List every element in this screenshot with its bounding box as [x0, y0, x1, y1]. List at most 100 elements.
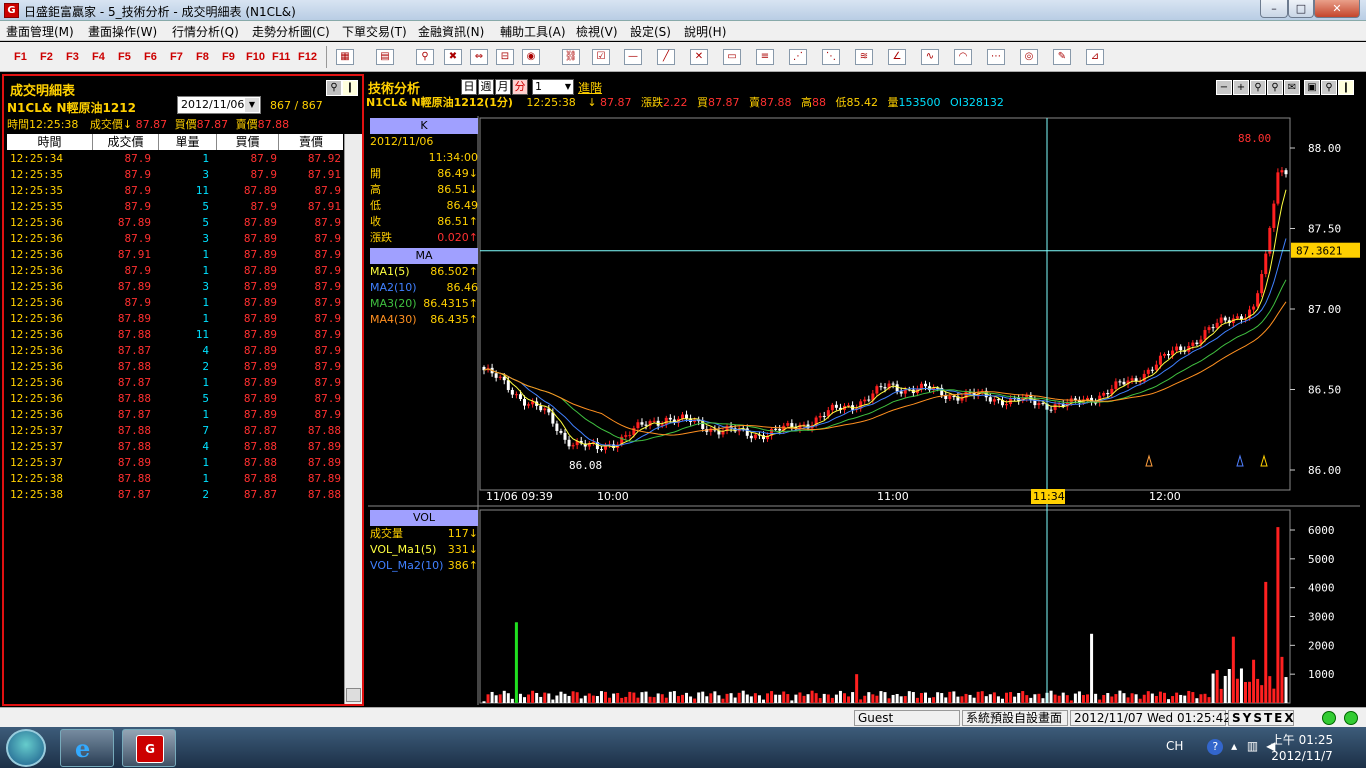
- note-icon[interactable]: ❙: [342, 80, 358, 96]
- menu-finance-info[interactable]: 金融資訊(N): [418, 23, 484, 40]
- zoom-icon[interactable]: ⚲: [326, 80, 342, 96]
- plus-icon[interactable]: +: [1233, 80, 1249, 95]
- zoom-out-icon[interactable]: ⚲: [1250, 80, 1266, 95]
- coin-icon[interactable]: ◉: [522, 49, 540, 65]
- fkey-f12[interactable]: F12: [298, 51, 317, 63]
- table-row[interactable]: 12:25:37 87.89 1 87.88 87.89: [7, 455, 343, 471]
- table-row[interactable]: 12:25:38 87.88 1 87.88 87.89: [7, 471, 343, 487]
- table-row[interactable]: 12:25:38 87.87 2 87.87 87.88: [7, 487, 343, 503]
- maximize-button[interactable]: □: [1288, 0, 1314, 18]
- scroll-thumb[interactable]: [346, 688, 361, 702]
- menu-trend-chart[interactable]: 走勢分析圖(C): [252, 23, 330, 40]
- menu-help[interactable]: 說明(H): [684, 23, 726, 40]
- period-day[interactable]: 日: [461, 79, 477, 95]
- note-icon[interactable]: ❙: [1338, 80, 1354, 95]
- col-ask[interactable]: 賣價: [279, 134, 343, 150]
- delete-icon[interactable]: ✖: [444, 49, 462, 65]
- menu-screen-manage[interactable]: 畫面管理(M): [6, 23, 74, 40]
- grid-icon[interactable]: ▦: [336, 49, 354, 65]
- rect-icon[interactable]: ▭: [723, 49, 741, 65]
- fkey-f5[interactable]: F5: [118, 51, 131, 63]
- menu-order-trade[interactable]: 下單交易(T): [342, 23, 407, 40]
- col-bid[interactable]: 買價: [217, 134, 279, 150]
- table-row[interactable]: 12:25:36 87.9 3 87.89 87.9: [7, 231, 343, 247]
- chain-icon[interactable]: ⛓: [562, 49, 580, 65]
- table-row[interactable]: 12:25:36 87.9 1 87.89 87.9: [7, 263, 343, 279]
- table-row[interactable]: 12:25:36 87.87 4 87.89 87.9: [7, 343, 343, 359]
- circle-icon[interactable]: ◎: [1020, 49, 1038, 65]
- search-icon[interactable]: ⚲: [1321, 80, 1337, 95]
- arc-icon[interactable]: ◠: [954, 49, 972, 65]
- zoom-in-icon[interactable]: ⚲: [1267, 80, 1283, 95]
- candlestick-chart[interactable]: 88.00 87.50 87.00 86.50 86.00 87.3621 11/06 09…: [368, 116, 1360, 705]
- fkey-f9[interactable]: F9: [222, 51, 235, 63]
- start-button[interactable]: [6, 729, 46, 767]
- table-row[interactable]: 12:25:36 87.88 5 87.89 87.9: [7, 391, 343, 407]
- chart-tool-icon[interactable]: ⊿: [1086, 49, 1104, 65]
- clock[interactable]: 上午 01:25 2012/11/7: [1268, 732, 1336, 764]
- tray-expand-icon[interactable]: ▴: [1231, 739, 1237, 753]
- menu-settings[interactable]: 設定(S): [630, 23, 671, 40]
- network-icon[interactable]: ▥: [1247, 739, 1258, 753]
- fkey-f4[interactable]: F4: [92, 51, 105, 63]
- language-indicator[interactable]: CH: [1166, 739, 1183, 753]
- status-layout[interactable]: 系統預設自設畫面: [962, 710, 1068, 726]
- gann-icon[interactable]: ⋱: [822, 49, 840, 65]
- table-row[interactable]: 12:25:35 87.9 3 87.9 87.91: [7, 167, 343, 183]
- menu-tools[interactable]: 輔助工具(A): [500, 23, 566, 40]
- fkey-f11[interactable]: F11: [272, 51, 290, 63]
- table-row[interactable]: 12:25:36 87.87 1 87.89 87.9: [7, 375, 343, 391]
- ie-app-button[interactable]: e: [60, 729, 114, 767]
- minimize-button[interactable]: –: [1260, 0, 1288, 18]
- table-row[interactable]: 12:25:36 87.88 2 87.89 87.9: [7, 359, 343, 375]
- table-row[interactable]: 12:25:36 87.87 1 87.89 87.9: [7, 407, 343, 423]
- table-row[interactable]: 12:25:35 87.9 11 87.89 87.9: [7, 183, 343, 199]
- table-row[interactable]: 12:25:36 87.89 1 87.89 87.9: [7, 311, 343, 327]
- angle-icon[interactable]: ∠: [888, 49, 906, 65]
- fkey-f3[interactable]: F3: [66, 51, 79, 63]
- fkey-f10[interactable]: F10: [246, 51, 265, 63]
- col-price[interactable]: 成交價: [93, 134, 159, 150]
- fkey-f6[interactable]: F6: [144, 51, 157, 63]
- fkey-f8[interactable]: F8: [196, 51, 209, 63]
- table-row[interactable]: 12:25:37 87.88 7 87.87 87.88: [7, 423, 343, 439]
- period-week[interactable]: 週: [478, 79, 494, 95]
- wave-icon[interactable]: ∿: [921, 49, 939, 65]
- fkey-f7[interactable]: F7: [170, 51, 183, 63]
- cross-line-icon[interactable]: ✕: [690, 49, 708, 65]
- channel-icon[interactable]: ≋: [855, 49, 873, 65]
- fan-icon[interactable]: ⋰: [789, 49, 807, 65]
- help-icon[interactable]: ?: [1207, 739, 1224, 755]
- line-icon[interactable]: —: [624, 49, 642, 65]
- menu-quote-analysis[interactable]: 行情分析(Q): [172, 23, 239, 40]
- table-row[interactable]: 12:25:36 87.88 11 87.89 87.9: [7, 327, 343, 343]
- table-row[interactable]: 12:25:36 87.91 1 87.89 87.9: [7, 247, 343, 263]
- pencil-icon[interactable]: ✎: [1053, 49, 1071, 65]
- menu-view[interactable]: 檢視(V): [576, 23, 618, 40]
- fib-icon[interactable]: ≡: [756, 49, 774, 65]
- fkey-f1[interactable]: F1: [14, 51, 27, 63]
- table-row[interactable]: 12:25:34 87.9 1 87.9 87.92: [7, 151, 343, 167]
- chevron-down-icon[interactable]: ▼: [245, 98, 259, 112]
- date-select[interactable]: 2012/11/06 ▼: [177, 96, 261, 114]
- cycle-icon[interactable]: ⋯: [987, 49, 1005, 65]
- minus-icon[interactable]: −: [1216, 80, 1232, 95]
- period-month[interactable]: 月: [495, 79, 511, 95]
- table-row[interactable]: 12:25:35 87.9 5 87.9 87.91: [7, 199, 343, 215]
- period-minute[interactable]: 分: [512, 79, 528, 95]
- col-time[interactable]: 時間: [7, 134, 93, 150]
- chat-icon[interactable]: ✉: [1284, 80, 1300, 95]
- scrollbar[interactable]: [344, 134, 362, 704]
- table-row[interactable]: 12:25:36 87.9 1 87.89 87.9: [7, 295, 343, 311]
- check-icon[interactable]: ☑: [592, 49, 610, 65]
- col-qty[interactable]: 單量: [159, 134, 217, 150]
- period-select[interactable]: 1 ▼: [532, 79, 574, 95]
- menu-screen-operate[interactable]: 畫面操作(W): [88, 23, 157, 40]
- snap-icon[interactable]: ⇔: [470, 49, 488, 65]
- close-button[interactable]: ✕: [1314, 0, 1360, 18]
- table-row[interactable]: 12:25:37 87.88 4 87.88 87.89: [7, 439, 343, 455]
- table-row[interactable]: 12:25:36 87.89 3 87.89 87.9: [7, 279, 343, 295]
- table-row[interactable]: 12:25:36 87.89 5 87.89 87.9: [7, 215, 343, 231]
- search-icon[interactable]: ⚲: [416, 49, 434, 65]
- save-icon[interactable]: ▣: [1304, 80, 1320, 95]
